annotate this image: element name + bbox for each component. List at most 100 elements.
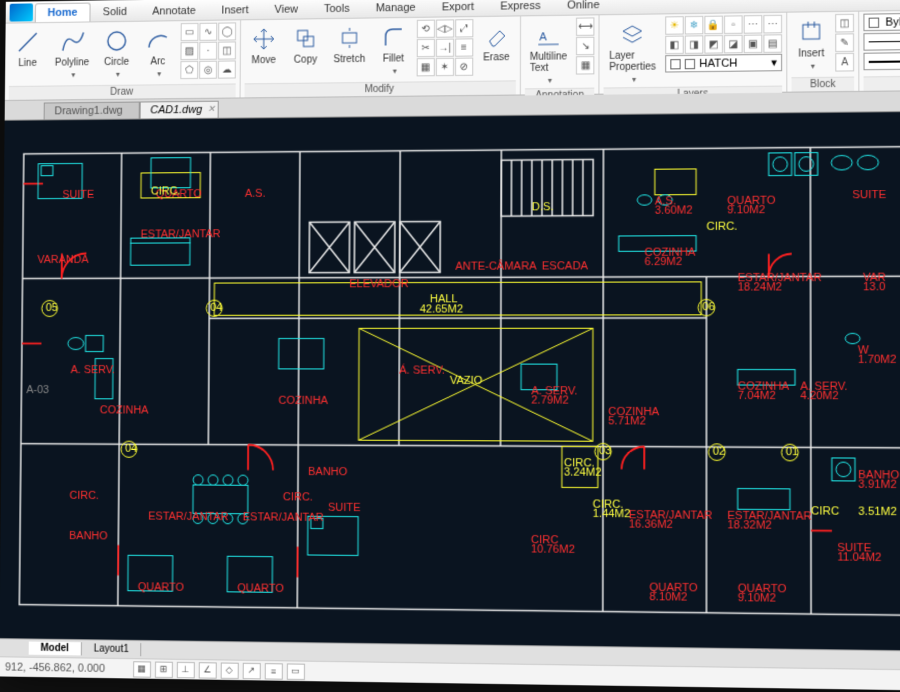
panel-properties: ByLayer▾ ByLayer▾ ByLayer▾ Properties [859, 10, 900, 91]
dim-icon[interactable]: ⟷ [576, 17, 594, 36]
svg-text:CIRC.: CIRC. [706, 221, 737, 233]
attr-icon[interactable]: A [835, 53, 854, 72]
close-tab-icon[interactable]: ✕ [207, 104, 215, 115]
erase-button[interactable]: Erase [477, 18, 516, 66]
panel-block-title: Block [791, 77, 854, 92]
layout1-tab[interactable]: Layout1 [82, 642, 142, 656]
spline-icon[interactable]: ∿ [199, 23, 217, 41]
l5-icon[interactable]: ▣ [744, 35, 763, 54]
tab-solid[interactable]: Solid [90, 2, 140, 22]
break-icon[interactable]: ⊘ [455, 58, 473, 76]
offset-icon[interactable]: ≡ [455, 38, 473, 56]
tab-view[interactable]: View [262, 0, 312, 19]
leader-icon[interactable]: ↘ [576, 37, 594, 56]
move-button[interactable]: Move [245, 22, 283, 70]
svg-text:3.24M2: 3.24M2 [564, 467, 602, 480]
tab-online[interactable]: Online [554, 0, 613, 15]
explode-icon[interactable]: ✶ [436, 58, 454, 76]
fillet-button[interactable]: Fillet [374, 20, 412, 79]
hatch-icon[interactable]: ▨ [180, 42, 198, 60]
svg-text:SUITE: SUITE [62, 189, 94, 201]
layer-color-icon[interactable]: ▫ [724, 15, 743, 34]
doctab-drawing1[interactable]: Drawing1.dwg [44, 102, 140, 120]
line-label: Line [18, 58, 37, 69]
layer-more2-icon[interactable]: ⋯ [763, 15, 782, 34]
otrack-toggle[interactable]: ↗ [242, 662, 260, 679]
svg-text:3.51M2: 3.51M2 [858, 506, 897, 519]
tab-annotate[interactable]: Annotate [139, 1, 208, 21]
circle-label: Circle [104, 57, 129, 68]
tab-export[interactable]: Export [429, 0, 487, 17]
drawing-canvas[interactable]: SUITE VARANDA ESTAR/JANTAR QUARTO A.S. A… [0, 112, 900, 650]
tab-express[interactable]: Express [487, 0, 554, 16]
svg-text:SUITE: SUITE [852, 189, 886, 202]
model-toggle[interactable]: ▭ [286, 663, 304, 680]
table-icon[interactable]: ▦ [576, 56, 594, 75]
model-tab[interactable]: Model [29, 642, 82, 656]
scale-icon[interactable]: ⤢ [455, 19, 473, 37]
svg-text:2.79M2: 2.79M2 [531, 395, 569, 407]
color-bylayer-select[interactable]: ByLayer▾ [863, 12, 900, 31]
trim-icon[interactable]: ✂ [416, 39, 434, 57]
mirror-icon[interactable]: ◁▷ [436, 19, 454, 37]
ortho-toggle[interactable]: ⊥ [176, 661, 194, 678]
layer-lock-icon[interactable]: 🔒 [704, 16, 723, 35]
donut-icon[interactable]: ◎ [199, 61, 217, 79]
copy-button[interactable]: Copy [286, 21, 324, 69]
layer-properties-button[interactable]: Layer Properties [604, 16, 661, 87]
rotate-icon[interactable]: ⟲ [417, 20, 435, 38]
create-block-icon[interactable]: ◫ [835, 14, 854, 33]
grid-toggle[interactable]: ⊞ [154, 661, 172, 678]
svg-text:CIRC: CIRC [811, 506, 839, 519]
layer-freeze-icon[interactable]: ❄ [685, 16, 704, 35]
point-icon[interactable]: · [199, 42, 217, 60]
circle-button[interactable]: Circle [98, 24, 136, 82]
tab-home[interactable]: Home [35, 3, 90, 23]
ellipse-icon[interactable]: ◯ [218, 22, 236, 40]
mtext-button[interactable]: AMultiline Text [525, 18, 573, 89]
stretch-button[interactable]: Stretch [328, 21, 370, 69]
polar-toggle[interactable]: ∠ [198, 662, 216, 679]
l2-icon[interactable]: ◨ [685, 35, 704, 54]
doctab-cad1[interactable]: CAD1.dwg✕ [139, 101, 219, 119]
svg-text:02: 02 [713, 446, 726, 458]
lineweight-bylayer-select[interactable]: ByLayer▾ [863, 51, 900, 70]
fillet-icon [379, 23, 407, 52]
svg-text:A.S.: A.S. [245, 188, 266, 200]
polyline-button[interactable]: Polyline [50, 24, 95, 82]
region-icon[interactable]: ◫ [218, 41, 236, 59]
osnap-toggle[interactable]: ◇ [220, 662, 238, 679]
insert-label: Insert [798, 48, 824, 60]
hatch-layer-select[interactable]: HATCH▾ [665, 54, 782, 73]
tab-insert[interactable]: Insert [208, 0, 261, 20]
insert-button[interactable]: Insert [791, 14, 831, 74]
rect-icon[interactable]: ▭ [181, 23, 199, 41]
lweight-toggle[interactable]: ≡ [264, 663, 282, 680]
l3-icon[interactable]: ◩ [704, 35, 723, 54]
layer-on-icon[interactable]: ☀ [665, 16, 684, 35]
revision-icon[interactable]: ☁ [218, 60, 236, 78]
l6-icon[interactable]: ▤ [763, 34, 782, 53]
tab-tools[interactable]: Tools [311, 0, 363, 18]
arc-button[interactable]: Arc [139, 23, 177, 81]
svg-text:COZINHA: COZINHA [100, 405, 149, 417]
svg-text:7.04M2: 7.04M2 [738, 390, 776, 402]
l4-icon[interactable]: ◪ [724, 35, 743, 54]
linetype-bylayer-select[interactable]: ByLayer▾ [863, 32, 900, 51]
line-button[interactable]: Line [9, 25, 46, 72]
extend-icon[interactable]: →| [436, 39, 454, 57]
edit-block-icon[interactable]: ✎ [835, 33, 854, 52]
svg-text:3.60M2: 3.60M2 [655, 205, 693, 217]
insert-icon [797, 17, 826, 46]
svg-text:A: A [539, 31, 547, 43]
svg-text:4.20M2: 4.20M2 [800, 390, 838, 402]
svg-text:9.10M2: 9.10M2 [738, 592, 776, 605]
layer-more1-icon[interactable]: ⋯ [744, 15, 763, 34]
array-icon[interactable]: ▦ [416, 58, 434, 76]
layers-icon [618, 20, 647, 49]
polygon-icon[interactable]: ⬠ [180, 61, 198, 79]
l1-icon[interactable]: ◧ [665, 36, 684, 55]
panel-modify-title: Modify [245, 80, 516, 97]
tab-manage[interactable]: Manage [363, 0, 429, 18]
svg-text:01: 01 [786, 446, 799, 458]
